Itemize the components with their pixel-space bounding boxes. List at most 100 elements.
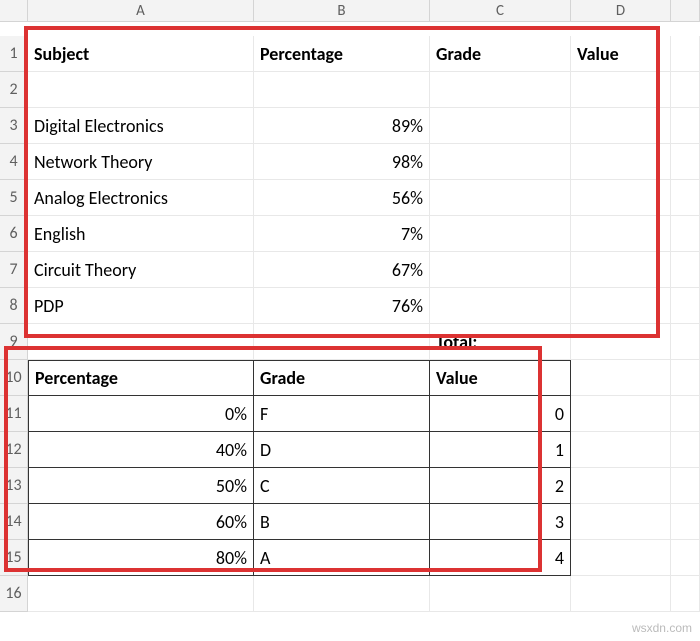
cell-b7[interactable]: 67% bbox=[254, 252, 430, 288]
row-header-16[interactable]: 16 bbox=[0, 576, 28, 612]
cell-a3[interactable]: Digital Electronics bbox=[28, 108, 254, 144]
cell-e8[interactable] bbox=[671, 288, 700, 324]
cell-e9[interactable] bbox=[671, 324, 700, 360]
cell-d13[interactable] bbox=[571, 468, 671, 504]
row-header-11[interactable]: 11 bbox=[0, 396, 28, 432]
cell-b15[interactable]: A bbox=[254, 540, 430, 576]
cell-b1[interactable]: Percentage bbox=[254, 36, 430, 72]
cell-a12[interactable]: 40% bbox=[28, 432, 254, 468]
cell-e3[interactable] bbox=[671, 108, 700, 144]
cell-a10[interactable]: Percentage bbox=[28, 360, 254, 396]
cell-a7[interactable]: Circuit Theory bbox=[28, 252, 254, 288]
cell-a15[interactable]: 80% bbox=[28, 540, 254, 576]
cell-a11[interactable]: 0% bbox=[28, 396, 254, 432]
cell-b4[interactable]: 98% bbox=[254, 144, 430, 180]
cell-a6[interactable]: English bbox=[28, 216, 254, 252]
row-header-12[interactable]: 12 bbox=[0, 432, 28, 468]
cell-b16[interactable] bbox=[254, 576, 430, 612]
col-header-e[interactable] bbox=[671, 0, 700, 22]
row-header-1[interactable]: 1 bbox=[0, 36, 28, 72]
cell-d7[interactable] bbox=[571, 252, 671, 288]
col-header-c[interactable]: C bbox=[430, 0, 571, 22]
cell-d2[interactable] bbox=[571, 72, 671, 108]
row-header-6[interactable]: 6 bbox=[0, 216, 28, 252]
row-header-15[interactable]: 15 bbox=[0, 540, 28, 576]
cell-c13[interactable]: 2 bbox=[430, 468, 571, 504]
col-header-d[interactable]: D bbox=[571, 0, 671, 22]
row-header-4[interactable]: 4 bbox=[0, 144, 28, 180]
cell-d16[interactable] bbox=[571, 576, 671, 612]
cell-c8[interactable] bbox=[430, 288, 571, 324]
cell-e6[interactable] bbox=[671, 216, 700, 252]
cell-c2[interactable] bbox=[430, 72, 571, 108]
cell-d3[interactable] bbox=[571, 108, 671, 144]
cell-c1[interactable]: Grade bbox=[430, 36, 571, 72]
cell-c9-total[interactable]: Total: bbox=[430, 324, 571, 360]
cell-c16[interactable] bbox=[430, 576, 571, 612]
cell-d4[interactable] bbox=[571, 144, 671, 180]
row-header-9[interactable]: 9 bbox=[0, 324, 28, 360]
cell-c5[interactable] bbox=[430, 180, 571, 216]
cell-a14[interactable]: 60% bbox=[28, 504, 254, 540]
cell-b6[interactable]: 7% bbox=[254, 216, 430, 252]
cell-e1[interactable] bbox=[671, 36, 700, 72]
row-header-3[interactable]: 3 bbox=[0, 108, 28, 144]
row-header-5[interactable]: 5 bbox=[0, 180, 28, 216]
cell-b12[interactable]: D bbox=[254, 432, 430, 468]
row-header-14[interactable]: 14 bbox=[0, 504, 28, 540]
cell-d10[interactable] bbox=[571, 360, 671, 396]
row-header-8[interactable]: 8 bbox=[0, 288, 28, 324]
cell-d5[interactable] bbox=[571, 180, 671, 216]
cell-b13[interactable]: C bbox=[254, 468, 430, 504]
cell-a9[interactable] bbox=[28, 324, 254, 360]
cell-d1[interactable]: Value bbox=[571, 36, 671, 72]
cell-c10[interactable]: Value bbox=[430, 360, 571, 396]
cell-a1[interactable]: Subject bbox=[28, 36, 254, 72]
cell-e15[interactable] bbox=[671, 540, 700, 576]
cell-c15[interactable]: 4 bbox=[430, 540, 571, 576]
cell-d12[interactable] bbox=[571, 432, 671, 468]
cell-d8[interactable] bbox=[571, 288, 671, 324]
cell-d6[interactable] bbox=[571, 216, 671, 252]
row-header-13[interactable]: 13 bbox=[0, 468, 28, 504]
cell-e2[interactable] bbox=[671, 72, 700, 108]
cell-a5[interactable]: Analog Electronics bbox=[28, 180, 254, 216]
col-header-b[interactable]: B bbox=[254, 0, 430, 22]
cell-b14[interactable]: B bbox=[254, 504, 430, 540]
row-header-10[interactable]: 10 bbox=[0, 360, 28, 396]
cell-b10[interactable]: Grade bbox=[254, 360, 430, 396]
cell-e10[interactable] bbox=[671, 360, 700, 396]
cell-b2[interactable] bbox=[254, 72, 430, 108]
cell-d14[interactable] bbox=[571, 504, 671, 540]
cell-c7[interactable] bbox=[430, 252, 571, 288]
cell-e11[interactable] bbox=[671, 396, 700, 432]
row-header-2[interactable]: 2 bbox=[0, 72, 28, 108]
cell-b11[interactable]: F bbox=[254, 396, 430, 432]
cell-a4[interactable]: Network Theory bbox=[28, 144, 254, 180]
cell-d11[interactable] bbox=[571, 396, 671, 432]
cell-c4[interactable] bbox=[430, 144, 571, 180]
cell-b5[interactable]: 56% bbox=[254, 180, 430, 216]
cell-e4[interactable] bbox=[671, 144, 700, 180]
cell-c11[interactable]: 0 bbox=[430, 396, 571, 432]
cell-e12[interactable] bbox=[671, 432, 700, 468]
cell-e13[interactable] bbox=[671, 468, 700, 504]
cell-d9[interactable] bbox=[571, 324, 671, 360]
select-all-corner[interactable] bbox=[0, 0, 28, 22]
cell-b9[interactable] bbox=[254, 324, 430, 360]
cell-e16[interactable] bbox=[671, 576, 700, 612]
cell-c14[interactable]: 3 bbox=[430, 504, 571, 540]
cell-b8[interactable]: 76% bbox=[254, 288, 430, 324]
cell-c3[interactable] bbox=[430, 108, 571, 144]
col-header-a[interactable]: A bbox=[28, 0, 254, 22]
cell-a8[interactable]: PDP bbox=[28, 288, 254, 324]
cell-c6[interactable] bbox=[430, 216, 571, 252]
row-header-7[interactable]: 7 bbox=[0, 252, 28, 288]
cell-d15[interactable] bbox=[571, 540, 671, 576]
cell-e5[interactable] bbox=[671, 180, 700, 216]
cell-e7[interactable] bbox=[671, 252, 700, 288]
cell-a2[interactable] bbox=[28, 72, 254, 108]
cell-c12[interactable]: 1 bbox=[430, 432, 571, 468]
cell-e14[interactable] bbox=[671, 504, 700, 540]
cell-b3[interactable]: 89% bbox=[254, 108, 430, 144]
